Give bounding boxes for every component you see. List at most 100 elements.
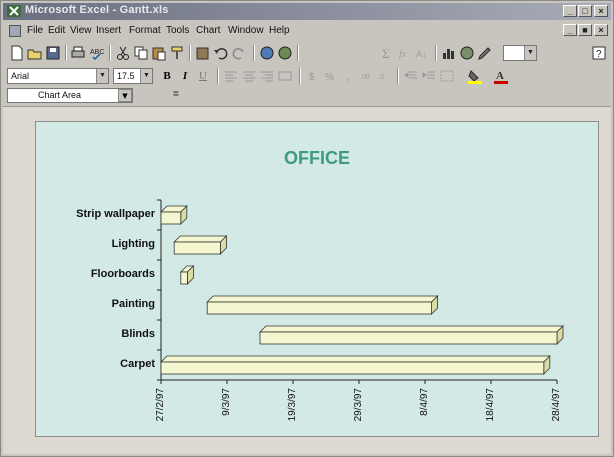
font-color-icon[interactable]: A: [493, 68, 509, 84]
zoom-field[interactable]: ▼: [503, 45, 537, 61]
svg-text:A↓: A↓: [416, 49, 427, 59]
paste-special-icon[interactable]: [195, 45, 211, 61]
y-axis-label: Carpet: [120, 358, 155, 370]
percent-icon[interactable]: %: [323, 68, 339, 84]
close-button[interactable]: ×: [594, 5, 608, 17]
doc-close-button[interactable]: ×: [594, 24, 608, 36]
excel-window: Microsoft Excel - Gantt.xls _ □ × File E…: [0, 0, 614, 457]
chart-wizard-icon[interactable]: [441, 45, 457, 61]
x-axis-tick-label: 9/3/97: [221, 388, 232, 416]
menu-window[interactable]: Window: [228, 25, 264, 36]
x-axis-tick-label: 27/2/97: [155, 388, 166, 422]
font-name-dropdown-arrow[interactable]: ▼: [96, 69, 108, 83]
save-icon[interactable]: [45, 45, 61, 61]
align-left-icon[interactable]: [223, 68, 239, 84]
svg-text:fx: fx: [399, 49, 407, 60]
gantt-bar-strip-wallpaper[interactable]: [160, 205, 188, 225]
help-icon[interactable]: ?: [591, 45, 607, 61]
italic-button[interactable]: I: [177, 68, 193, 84]
svg-text:ABC: ABC: [90, 49, 104, 56]
menu-bar: File Edit View Insert Format Tools Chart…: [3, 22, 611, 40]
print-icon[interactable]: [70, 45, 86, 61]
cut-icon[interactable]: [115, 45, 131, 61]
y-axis-label: Lighting: [111, 238, 155, 250]
gantt-bar-lighting[interactable]: [173, 235, 228, 255]
font-size-value: 17.5: [117, 71, 135, 81]
y-axis-label: Blinds: [121, 328, 155, 340]
maximize-button[interactable]: □: [578, 5, 592, 17]
increase-indent-icon[interactable]: [421, 68, 437, 84]
svg-text:A: A: [496, 70, 504, 82]
menu-format[interactable]: Format: [129, 25, 161, 36]
menu-edit[interactable]: Edit: [48, 25, 65, 36]
autosum-icon[interactable]: Σ: [379, 45, 395, 61]
fill-color-icon[interactable]: [467, 68, 483, 84]
menu-view[interactable]: View: [70, 25, 92, 36]
formatting-toolbar: Arial ▼ 17.5 ▼ B I U $ % , .00 .0 A: [3, 65, 611, 87]
svg-text:.0: .0: [378, 74, 384, 81]
borders-icon[interactable]: [439, 68, 455, 84]
menu-help[interactable]: Help: [269, 25, 290, 36]
currency-icon[interactable]: $: [305, 68, 321, 84]
formula-equals[interactable]: =: [173, 89, 179, 100]
svg-text:.00: .00: [360, 74, 370, 81]
font-size-dropdown-arrow[interactable]: ▼: [140, 69, 152, 83]
gantt-bar-floorboards[interactable]: [179, 265, 195, 285]
web-toolbar-icon[interactable]: [277, 45, 293, 61]
increase-decimal-icon[interactable]: .00: [359, 68, 375, 84]
minimize-button[interactable]: _: [563, 5, 577, 17]
svg-text:,: ,: [346, 69, 349, 83]
excel-app-icon[interactable]: [7, 5, 21, 17]
name-box-dropdown-arrow[interactable]: ▼: [118, 89, 132, 102]
copy-icon[interactable]: [133, 45, 149, 61]
menu-insert[interactable]: Insert: [96, 25, 121, 36]
decrease-indent-icon[interactable]: [403, 68, 419, 84]
merge-center-icon[interactable]: [277, 68, 293, 84]
x-axis-tick-label: 29/3/97: [353, 388, 364, 422]
zoom-dropdown-arrow[interactable]: ▼: [524, 46, 536, 60]
x-axis-tick-label: 8/4/97: [419, 388, 430, 416]
workbook-icon[interactable]: [9, 25, 21, 37]
chart-area[interactable]: OFFICE Carpet Blinds Painting Floorboards Li…: [35, 121, 599, 437]
align-center-icon[interactable]: [241, 68, 257, 84]
font-size-field[interactable]: 17.5 ▼: [113, 68, 153, 84]
decrease-decimal-icon[interactable]: .0: [377, 68, 393, 84]
font-name-field[interactable]: Arial ▼: [7, 68, 109, 84]
undo-icon[interactable]: [213, 45, 229, 61]
function-icon[interactable]: fx: [397, 45, 413, 61]
gantt-bar-carpet[interactable]: [160, 355, 551, 375]
window-title: Microsoft Excel - Gantt.xls: [25, 4, 169, 16]
drawing-icon[interactable]: [477, 45, 493, 61]
svg-text:$: $: [309, 72, 315, 83]
doc-minimize-button[interactable]: _: [563, 24, 577, 36]
menu-file[interactable]: File: [27, 25, 43, 36]
paste-icon[interactable]: [151, 45, 167, 61]
hyperlink-icon[interactable]: [259, 45, 275, 61]
name-box-value: Chart Area: [38, 90, 82, 100]
open-icon[interactable]: [27, 45, 43, 61]
font-name-value: Arial: [11, 71, 30, 81]
format-painter-icon[interactable]: [169, 45, 185, 61]
menu-chart[interactable]: Chart: [196, 25, 220, 36]
x-axis-tick-label: 18/4/97: [485, 388, 496, 422]
x-axis-tick-label: 19/3/97: [287, 388, 298, 422]
menu-tools[interactable]: Tools: [166, 25, 189, 36]
redo-icon[interactable]: [231, 45, 247, 61]
sort-icon[interactable]: A↓: [415, 45, 431, 61]
align-right-icon[interactable]: [259, 68, 275, 84]
y-axis-label: Floorboards: [90, 268, 155, 280]
bold-button[interactable]: B: [159, 68, 175, 84]
gantt-bar-painting[interactable]: [206, 295, 439, 315]
comma-icon[interactable]: ,: [341, 68, 357, 84]
svg-text:?: ?: [596, 49, 602, 60]
spelling-icon[interactable]: ABC: [89, 45, 105, 61]
x-axis-tick-label: 28/4/97: [551, 388, 562, 422]
map-icon[interactable]: [459, 45, 475, 61]
y-axis-label: Painting: [111, 298, 155, 310]
title-bar[interactable]: Microsoft Excel - Gantt.xls _ □ ×: [3, 3, 611, 20]
new-icon[interactable]: [9, 45, 25, 61]
underline-button[interactable]: U: [195, 68, 211, 84]
name-box[interactable]: Chart Area: [7, 88, 133, 103]
doc-restore-button[interactable]: ■: [578, 24, 592, 36]
gantt-bar-blinds[interactable]: [259, 325, 564, 345]
